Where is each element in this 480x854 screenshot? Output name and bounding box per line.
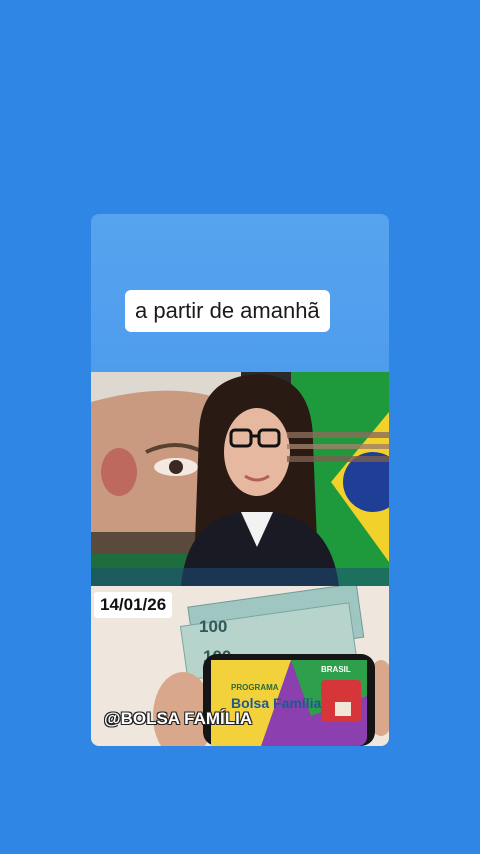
caption-bubble: a partir de amanhã bbox=[125, 290, 330, 332]
date-badge: 14/01/26 bbox=[94, 592, 173, 618]
account-handle: @BOLSA FAMÍLIA bbox=[104, 709, 253, 728]
svg-text:PROGRAMA: PROGRAMA bbox=[231, 683, 279, 692]
svg-text:100: 100 bbox=[199, 617, 227, 636]
date-text: 14/01/26 bbox=[100, 595, 167, 614]
news-image bbox=[91, 372, 389, 586]
caption-text: a partir de amanhã bbox=[135, 298, 320, 323]
svg-text:BRASIL: BRASIL bbox=[321, 665, 351, 674]
